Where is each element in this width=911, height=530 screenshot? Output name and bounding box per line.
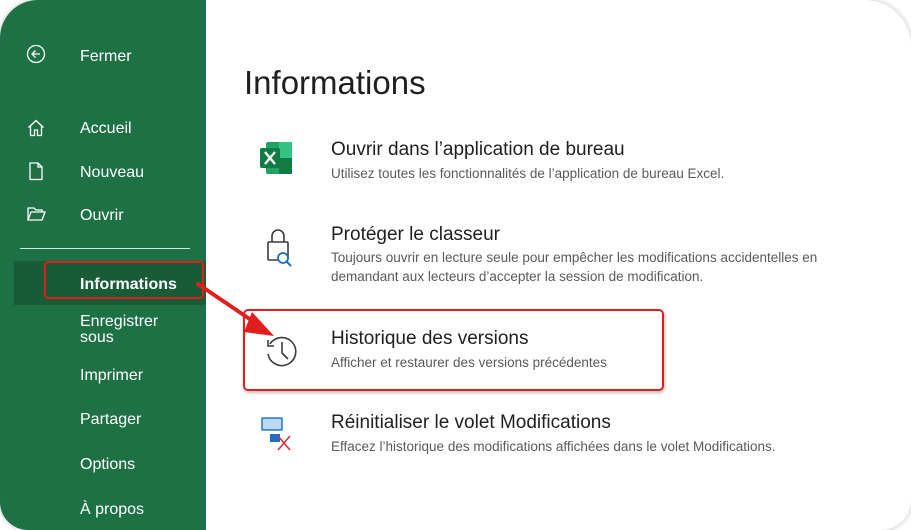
open-folder-icon — [27, 207, 46, 221]
item-title: Ouvrir dans l’application de bureau — [331, 139, 625, 160]
sidebar-item-label: Imprimer — [80, 367, 144, 384]
sidebar-item-new[interactable]: Nouveau — [0, 162, 206, 188]
item-description: Toujours ouvrir en lecture seule pour em… — [331, 250, 818, 284]
sidebar-divider — [20, 248, 190, 249]
item-title: Réinitialiser le volet Modifications — [331, 412, 611, 433]
home-icon — [28, 119, 44, 137]
sidebar-item-options[interactable]: Options — [0, 455, 206, 477]
item-title: Protéger le classeur — [331, 224, 500, 245]
reset-pane-icon — [261, 417, 291, 451]
backstage-sidebar: Fermer Accueil Nouveau Ouvrir Informatio… — [0, 0, 206, 530]
reset-changes-pane-item[interactable]: Réinitialiser le volet Modifications Eff… — [206, 410, 911, 460]
lock-search-icon — [267, 229, 292, 267]
sidebar-item-print[interactable]: Imprimer — [0, 366, 206, 388]
item-description: Effacez l’historique des modifications a… — [331, 439, 776, 454]
sidebar-item-label: Enregistrer sous — [80, 314, 158, 346]
back-arrow-circle-icon — [26, 44, 46, 64]
open-in-desktop-item[interactable]: Ouvrir dans l’application de bureau Util… — [206, 136, 911, 188]
annotation-arrow-icon — [196, 282, 274, 336]
close-button[interactable]: Fermer — [0, 44, 206, 70]
annotation-highlight-info — [44, 261, 204, 299]
protect-workbook-item[interactable]: Protéger le classeur Toujours ouvrir en … — [206, 222, 911, 292]
new-document-icon — [29, 162, 43, 181]
sidebar-item-label: Ouvrir — [80, 207, 124, 224]
sidebar-item-share[interactable]: Partager — [0, 410, 206, 432]
sidebar-item-save-as[interactable]: Enregistrer sous — [0, 314, 206, 354]
sidebar-item-about[interactable]: À propos — [0, 500, 206, 522]
info-panel: Informations Ouvrir dans l’application d… — [206, 0, 911, 530]
excel-icon — [260, 142, 292, 174]
sidebar-item-label: Partager — [80, 411, 142, 428]
save-as-line1: Enregistrer — [80, 313, 159, 330]
sidebar-item-label: Nouveau — [80, 164, 145, 181]
sidebar-item-home[interactable]: Accueil — [0, 118, 206, 144]
annotation-highlight-version-history — [243, 309, 664, 391]
close-label: Fermer — [80, 48, 132, 65]
save-as-line2: sous — [80, 329, 114, 346]
sidebar-item-label: Accueil — [80, 120, 132, 137]
sidebar-item-label: Options — [80, 456, 136, 473]
sidebar-item-label: À propos — [80, 501, 145, 518]
sidebar-item-open[interactable]: Ouvrir — [0, 206, 206, 232]
item-description: Utilisez toutes les fonctionnalités de l… — [331, 166, 725, 181]
backstage-window: Fermer Accueil Nouveau Ouvrir Informatio… — [0, 0, 911, 530]
page-title: Informations — [244, 64, 426, 101]
